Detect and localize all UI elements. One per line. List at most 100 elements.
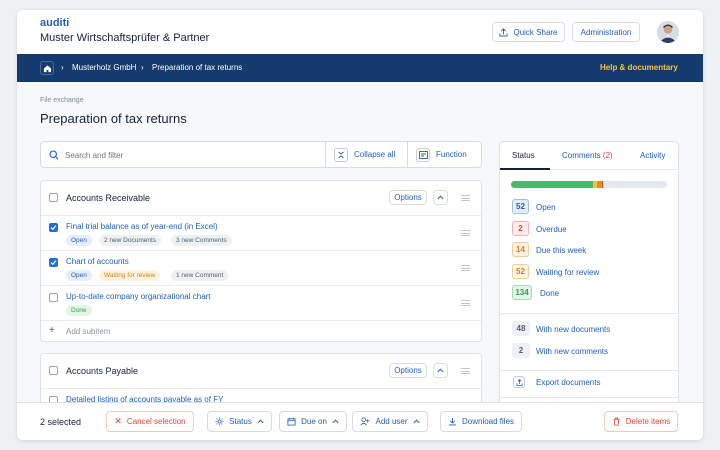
group-title: Accounts Payable xyxy=(66,366,139,376)
item-title[interactable]: Final trial balance as of year-end (in E… xyxy=(66,222,218,231)
item-checkbox[interactable] xyxy=(49,293,58,302)
download-files-button[interactable]: Download files xyxy=(440,411,522,432)
divider xyxy=(500,397,678,398)
search-input[interactable] xyxy=(65,147,315,163)
add-subitem-label: Add subitem xyxy=(66,327,111,336)
item-title[interactable]: Up-to-date company organizational chart xyxy=(66,292,211,301)
search-bar: Collapse all Function xyxy=(40,141,482,168)
tab-comments[interactable]: Comments (2) xyxy=(562,151,613,160)
chevron-up-icon xyxy=(437,195,444,200)
status-dropdown[interactable]: Status xyxy=(207,411,272,432)
add-subitem-row[interactable]: + Add subitem xyxy=(41,320,483,342)
status-filter-link[interactable]: Done xyxy=(540,289,559,298)
app-window: auditi Muster Wirtschaftsprüfer & Partne… xyxy=(17,10,703,440)
brand-logo[interactable]: auditi xyxy=(40,17,69,29)
item-checkbox[interactable] xyxy=(49,258,58,267)
administration-button[interactable]: Administration xyxy=(572,22,640,42)
status-filter-link[interactable]: Open xyxy=(536,203,556,212)
download-files-label: Download files xyxy=(461,417,515,426)
status-count-badge: 2 xyxy=(512,220,529,236)
status-filter-link[interactable]: Waiting for review xyxy=(536,268,599,277)
user-avatar[interactable] xyxy=(657,21,679,43)
status-filter-link[interactable]: Due this week xyxy=(536,246,586,255)
breadcrumb-client[interactable]: Musterholz GmbH xyxy=(72,63,136,72)
status-count-badge: 52 xyxy=(512,199,529,214)
page-title: Preparation of tax returns xyxy=(40,111,187,126)
options-button[interactable]: Options xyxy=(389,190,427,205)
drag-handle-icon[interactable] xyxy=(461,265,470,271)
progress-segment-overdue xyxy=(602,181,604,188)
active-tab-indicator xyxy=(500,168,550,170)
group-checkbox[interactable] xyxy=(49,366,58,375)
quick-share-label: Quick Share xyxy=(513,27,558,37)
add-user-icon xyxy=(360,417,370,426)
filter-link[interactable]: With new comments xyxy=(536,347,608,356)
status-badge: Open xyxy=(66,235,92,246)
review-badge: Waiting for review xyxy=(99,270,161,281)
status-count-badge: 134 xyxy=(512,285,532,300)
export-label: Export documents xyxy=(536,378,601,387)
tab-status[interactable]: Status xyxy=(512,151,535,160)
sun-icon xyxy=(215,417,224,426)
comments-badge: 1 new Comment xyxy=(171,270,229,281)
trash-icon xyxy=(612,417,621,426)
options-label: Options xyxy=(394,193,422,202)
status-filter-link[interactable]: Overdue xyxy=(536,225,567,234)
download-icon xyxy=(448,417,457,426)
drag-handle-icon[interactable] xyxy=(461,300,470,306)
bulk-action-bar: 2 selected ✕ Cancel selection Status Due… xyxy=(17,402,703,440)
drag-handle-icon[interactable] xyxy=(461,195,470,201)
quick-share-button[interactable]: Quick Share xyxy=(492,22,565,42)
collapse-all-label: Collapse all xyxy=(354,150,396,159)
options-button[interactable]: Options xyxy=(389,363,427,378)
chevron-right-icon: › xyxy=(61,63,64,72)
breadcrumb-current: Preparation of tax returns xyxy=(152,63,243,72)
delete-items-label: Delete items xyxy=(625,417,671,426)
group-checkbox[interactable] xyxy=(49,193,58,202)
progress-segment-done xyxy=(511,181,594,188)
delete-items-button[interactable]: Delete items xyxy=(604,411,678,432)
documents-badge: 2 new Documents xyxy=(99,235,162,246)
cancel-selection-button[interactable]: ✕ Cancel selection xyxy=(106,411,194,432)
progress-bar xyxy=(511,181,667,188)
drag-handle-icon[interactable] xyxy=(461,230,470,236)
item-checkbox[interactable] xyxy=(49,223,58,232)
count-badge: 2 xyxy=(512,343,530,358)
list-item[interactable]: Final trial balance as of year-end (in E… xyxy=(41,215,483,250)
home-icon xyxy=(43,64,52,73)
breadcrumb: › Musterholz GmbH › Preparation of tax r… xyxy=(17,54,703,82)
help-link[interactable]: Help & documentary xyxy=(600,63,678,72)
function-button[interactable]: Function xyxy=(407,142,482,167)
group-card-accounts-receivable: Accounts Receivable Options Final trial … xyxy=(40,180,483,342)
filter-link[interactable]: With new documents xyxy=(536,325,610,334)
list-item[interactable]: Up-to-date company organizational chart … xyxy=(41,285,483,320)
divider xyxy=(500,313,678,314)
list-item[interactable]: Chart of accounts Open Waiting for revie… xyxy=(41,250,483,285)
export-documents-button[interactable]: Export documents xyxy=(500,371,678,393)
status-label: Status xyxy=(229,417,252,426)
collapse-group-button[interactable] xyxy=(433,363,448,378)
calendar-icon xyxy=(287,417,296,426)
collapse-all-button[interactable]: Collapse all xyxy=(325,142,407,167)
chevron-right-icon: › xyxy=(141,63,144,72)
home-button[interactable] xyxy=(40,61,54,75)
tab-comments-label: Comments xyxy=(562,151,601,160)
administration-label: Administration xyxy=(580,27,632,37)
status-sidebar: Status Comments (2) Activity 52 Open 2 Over… xyxy=(499,141,679,413)
drag-handle-icon[interactable] xyxy=(461,368,470,374)
status-count-badge: 14 xyxy=(512,242,529,257)
share-icon xyxy=(499,27,509,37)
cancel-selection-label: Cancel selection xyxy=(126,417,186,426)
collapse-group-button[interactable] xyxy=(433,190,448,205)
due-on-dropdown[interactable]: Due on xyxy=(279,411,347,432)
comments-count: (2) xyxy=(602,151,613,160)
export-icon xyxy=(513,376,525,388)
due-on-label: Due on xyxy=(301,417,327,426)
item-title[interactable]: Chart of accounts xyxy=(66,257,129,266)
status-count-badge: 52 xyxy=(512,263,529,279)
add-user-dropdown[interactable]: Add user xyxy=(352,411,428,432)
plus-icon: + xyxy=(49,325,55,336)
chevron-up-icon xyxy=(437,368,444,373)
collapse-icon xyxy=(334,147,348,162)
tab-activity[interactable]: Activity xyxy=(640,151,665,160)
